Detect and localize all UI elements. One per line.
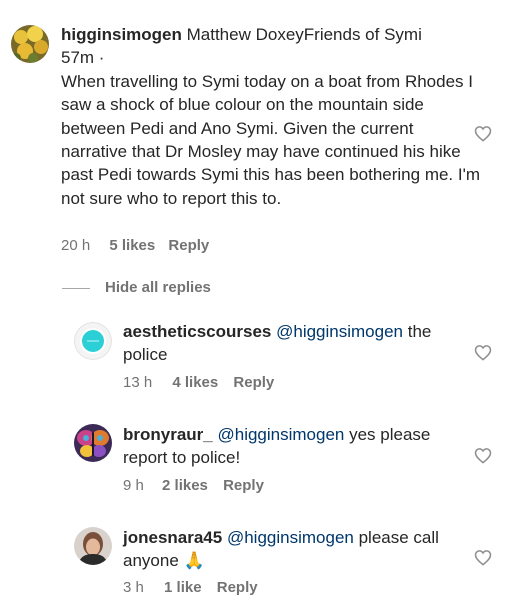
reply-age: 3 h <box>123 579 144 596</box>
reply-meta: 9 h 2 likes Reply <box>123 477 264 494</box>
comment-text: higginsimogen Matthew DoxeyFriends of Sy… <box>61 23 481 210</box>
comment-header-text: Matthew DoxeyFriends of Symi <box>181 25 422 44</box>
reply-meta: 3 h 1 like Reply <box>123 579 258 596</box>
reply-username[interactable]: jonesnara45 <box>123 528 222 547</box>
butterfly-avatar-icon <box>74 424 112 462</box>
reply-reply-button[interactable]: Reply <box>233 374 274 391</box>
teal-circle-avatar-icon <box>74 322 112 360</box>
yellow-flowers-avatar-icon <box>11 25 49 63</box>
avatar[interactable] <box>74 424 112 462</box>
reply-mention-link[interactable]: @higginsimogen <box>227 528 354 547</box>
comment-username[interactable]: higginsimogen <box>61 25 182 44</box>
heart-icon[interactable] <box>474 549 492 566</box>
reply-comment: jonesnara45 @higginsimogen please call a… <box>0 524 512 600</box>
heart-icon[interactable] <box>474 447 492 464</box>
reply-age: 13 h <box>123 374 153 391</box>
reply-likes-link[interactable]: 4 likes <box>172 374 218 391</box>
reply-likes-link[interactable]: 2 likes <box>162 477 208 494</box>
avatar[interactable] <box>11 25 49 63</box>
comment-body: When travelling to Symi today on a boat … <box>61 71 481 208</box>
avatar[interactable] <box>74 527 112 565</box>
reply-reply-button[interactable]: Reply <box>217 579 258 596</box>
reply-mention-link[interactable]: @higginsimogen <box>217 425 344 444</box>
main-comment: higginsimogen Matthew DoxeyFriends of Sy… <box>0 0 512 270</box>
person-photo-avatar-icon <box>74 527 112 565</box>
reply-likes-link[interactable]: 1 like <box>164 579 202 596</box>
comment-age: 20 h <box>61 237 91 254</box>
reply-username[interactable]: aestheticscourses <box>123 322 271 341</box>
reply-mention-link[interactable]: @higginsimogen <box>276 322 403 341</box>
heart-icon[interactable] <box>474 344 492 361</box>
divider <box>62 288 90 289</box>
reply-text: bronyraur_ @higginsimogen yes please rep… <box>123 423 463 470</box>
reply-age: 9 h <box>123 477 144 494</box>
heart-icon[interactable] <box>474 125 492 142</box>
reply-meta: 13 h 4 likes Reply <box>123 374 274 391</box>
reply-reply-button[interactable]: Reply <box>223 477 264 494</box>
hide-replies-label[interactable]: Hide all replies <box>105 279 211 296</box>
comment-reply-button[interactable]: Reply <box>168 237 209 254</box>
reply-comment: aestheticscourses @higginsimogen the pol… <box>0 318 512 398</box>
reply-text: jonesnara45 @higginsimogen please call a… <box>123 526 463 573</box>
reply-username[interactable]: bronyraur_ <box>123 425 213 444</box>
comment-likes-link[interactable]: 5 likes <box>109 237 155 254</box>
avatar[interactable] <box>74 322 112 360</box>
reply-comment: bronyraur_ @higginsimogen yes please rep… <box>0 421 512 501</box>
reply-text: aestheticscourses @higginsimogen the pol… <box>123 320 463 367</box>
comment-meta: 20 h 5 likes Reply <box>61 237 209 254</box>
comment-time-posted: 57m · <box>61 48 105 68</box>
